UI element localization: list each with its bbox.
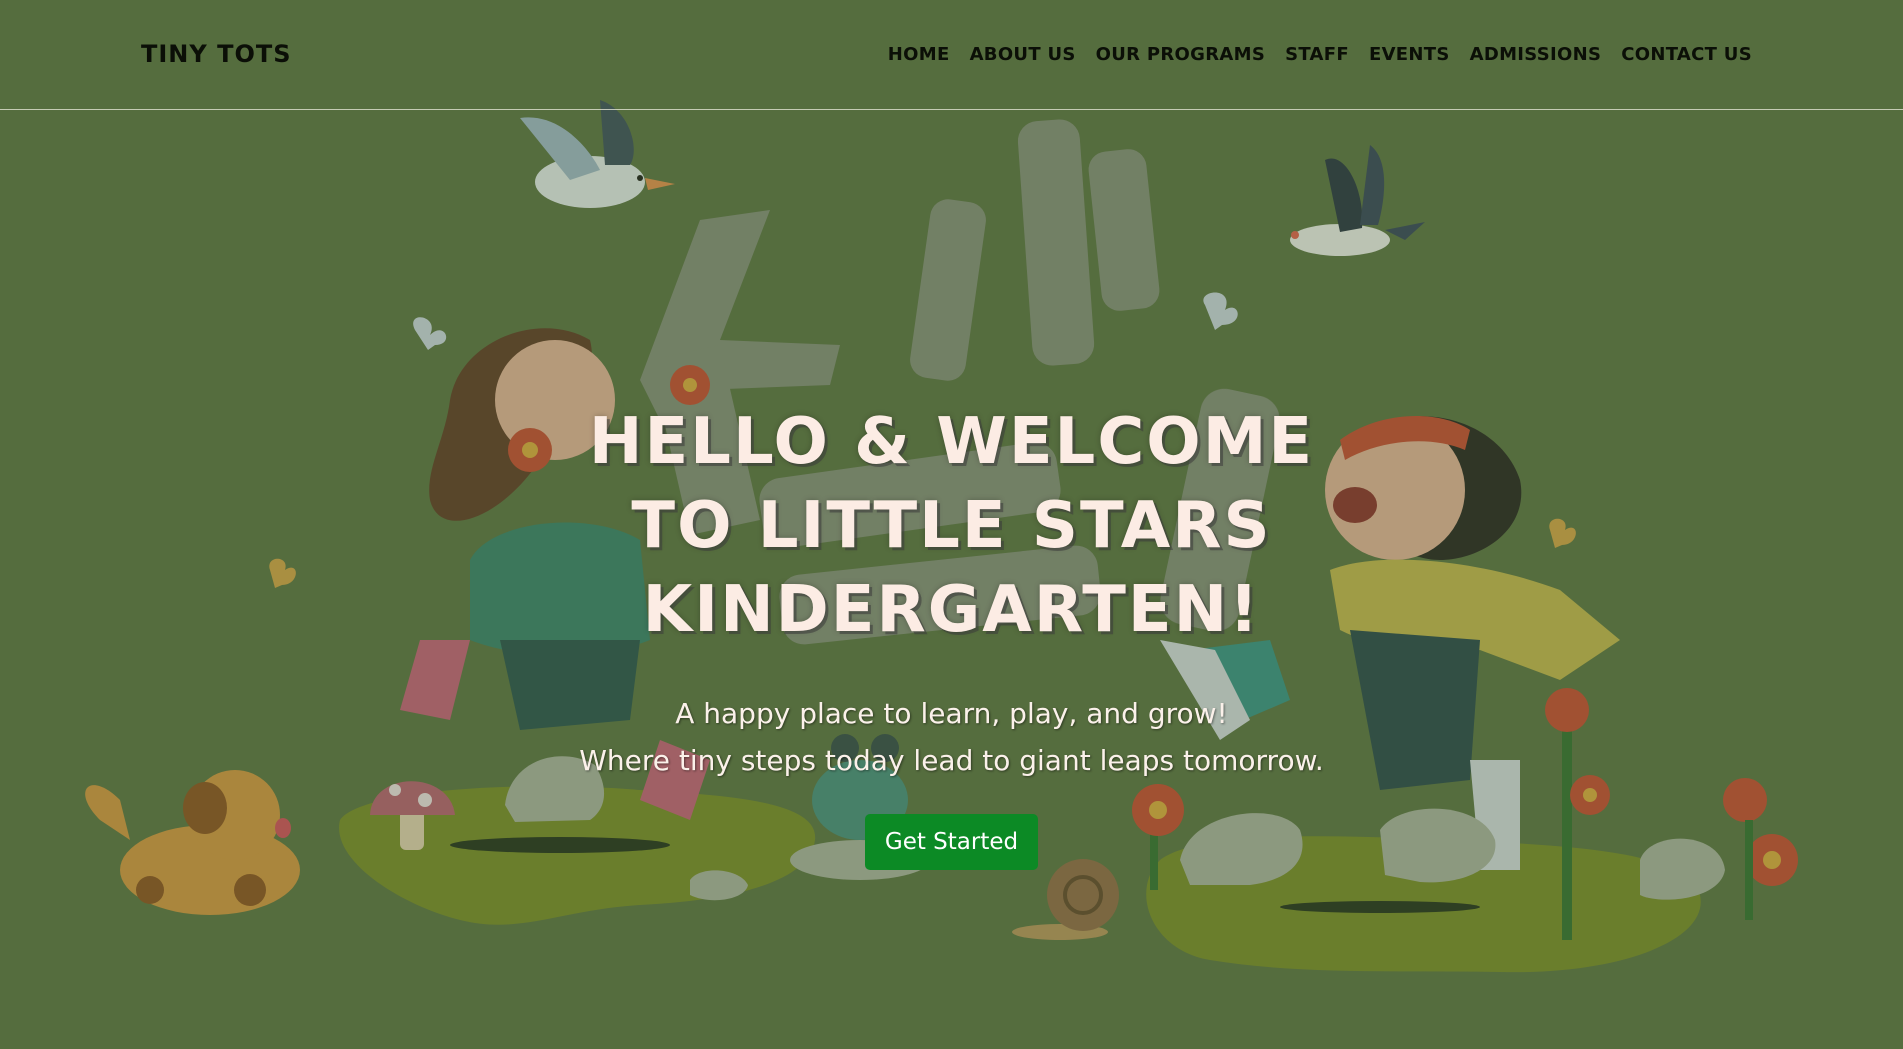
nav-link-events[interactable]: EVENTS [1369, 44, 1450, 65]
nav-item-admissions: ADMISSIONS [1470, 44, 1602, 65]
nav-item-about-us: ABOUT US [970, 44, 1076, 65]
nav-link-home[interactable]: HOME [888, 44, 950, 65]
main-nav: HOME ABOUT US OUR PROGRAMS STAFF EVENTS … [888, 44, 1752, 65]
hero-subtitle-line-1: A happy place to learn, play, and grow! [675, 697, 1228, 730]
nav-item-our-programs: OUR PROGRAMS [1096, 44, 1265, 65]
hero-heading: HELLO & WELCOME TO LITTLE STARS KINDERGA… [588, 405, 1315, 647]
nav-item-staff: STAFF [1285, 44, 1349, 65]
hero-section: HELLO & WELCOME TO LITTLE STARS KINDERGA… [0, 400, 1903, 870]
get-started-button[interactable]: Get Started [864, 814, 1039, 870]
nav-link-contact-us[interactable]: CONTACT US [1621, 44, 1752, 65]
brand-logo[interactable]: TINY TOTS [141, 40, 292, 68]
nav-item-events: EVENTS [1369, 44, 1450, 65]
nav-item-home: HOME [888, 44, 950, 65]
nav-link-our-programs[interactable]: OUR PROGRAMS [1096, 44, 1265, 65]
nav-link-admissions[interactable]: ADMISSIONS [1470, 44, 1602, 65]
top-navbar: TINY TOTS HOME ABOUT US OUR PROGRAMS STA… [0, 0, 1903, 110]
hero-subtitle-line-2: Where tiny steps today lead to giant lea… [579, 744, 1324, 777]
nav-link-about-us[interactable]: ABOUT US [970, 44, 1076, 65]
nav-item-contact-us: CONTACT US [1621, 44, 1752, 65]
hero-subtitle: A happy place to learn, play, and grow! … [0, 690, 1903, 784]
nav-link-staff[interactable]: STAFF [1285, 44, 1349, 65]
